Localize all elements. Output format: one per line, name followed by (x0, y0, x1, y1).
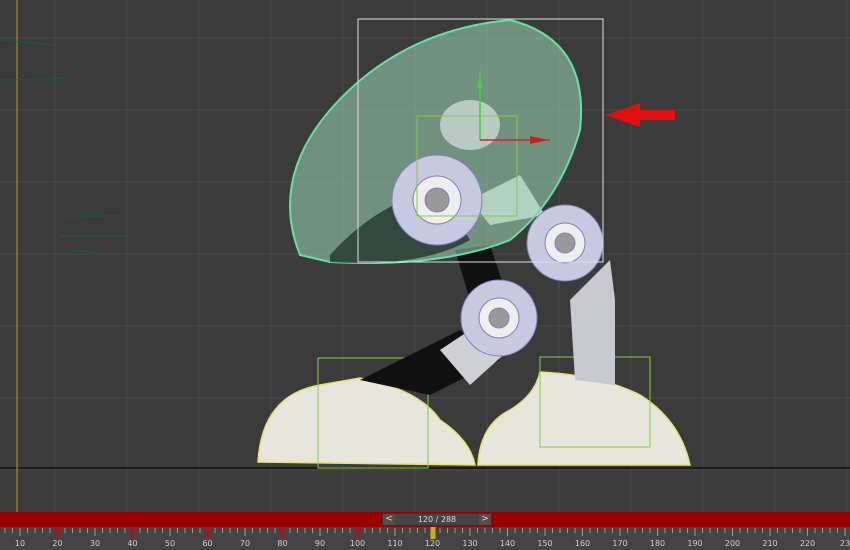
tick-label: 160 (575, 539, 590, 548)
keyframe-marker[interactable] (280, 528, 285, 537)
tick-label: 140 (500, 539, 515, 548)
joint-upper (391, 154, 483, 246)
tick-label: 23 (840, 539, 850, 548)
tick-label: 110 (387, 539, 402, 548)
tick-label: 200 (725, 539, 740, 548)
current-frame-marker[interactable] (430, 527, 436, 539)
previous-frame-button[interactable]: < (383, 514, 395, 525)
tick-label: 30 (90, 539, 100, 548)
keyframe-marker[interactable] (130, 528, 135, 537)
perspective-viewport[interactable] (0, 0, 850, 512)
next-frame-button[interactable]: > (479, 514, 491, 525)
tick-label: 40 (127, 539, 137, 548)
joint-middle (460, 279, 538, 357)
tick-label: 190 (687, 539, 702, 548)
keyframe-marker[interactable] (55, 528, 60, 537)
tick-label: 20 (52, 539, 62, 548)
time-slider-bar[interactable]: < 120 / 288 > (0, 512, 850, 527)
tick-label: 80 (277, 539, 287, 548)
joint-right (526, 204, 604, 282)
tick-label: 120 (425, 539, 440, 548)
tick-label: 180 (650, 539, 665, 548)
tick-label: 150 (537, 539, 552, 548)
frame-readout: 120 / 288 (395, 514, 479, 525)
tick-label: 220 (800, 539, 815, 548)
motion-trail (0, 39, 130, 254)
viewport-scene (0, 0, 850, 512)
tick-label: 170 (612, 539, 627, 548)
keyframe-marker[interactable] (355, 528, 360, 537)
tick-label: 50 (165, 539, 175, 548)
tick-label: 60 (202, 539, 212, 548)
tick-label: 10 (15, 539, 25, 548)
time-slider[interactable]: < 120 / 288 > (382, 513, 492, 526)
tick-label: 210 (762, 539, 777, 548)
tick-label: 100 (350, 539, 365, 548)
keyframe-marker[interactable] (205, 528, 210, 537)
tick-label: 70 (240, 539, 250, 548)
direction-arrow-icon (605, 103, 675, 127)
track-bar[interactable]: 10 20 30 40 50 60 70 80 90 100 110 120 130 140 150 160 1… (0, 527, 850, 550)
tick-label: 90 (315, 539, 325, 548)
tick-label: 130 (462, 539, 477, 548)
